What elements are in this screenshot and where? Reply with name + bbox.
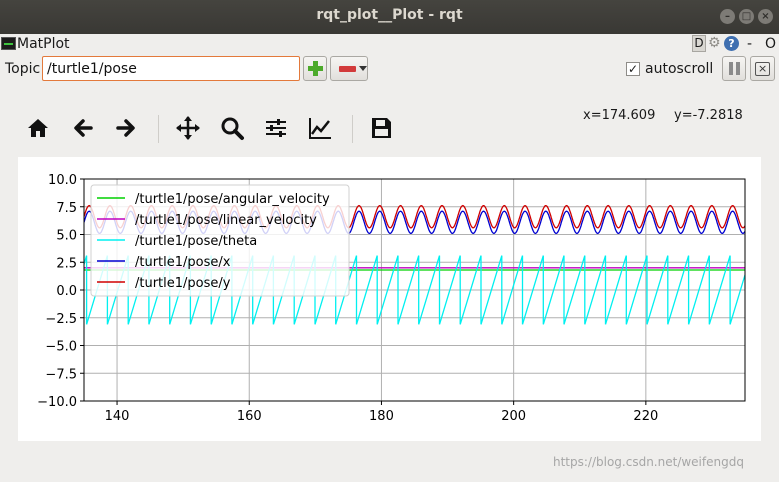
maximize-button[interactable]: □ — [739, 9, 754, 24]
y-tick-label: 5.0 — [56, 229, 77, 244]
y-tick-label: −7.5 — [45, 367, 77, 382]
pause-icon — [729, 62, 740, 75]
toolbar-separator — [158, 115, 159, 143]
y-tick-label: 7.5 — [56, 201, 77, 216]
chevron-down-icon — [359, 66, 367, 71]
x-tick-label: 140 — [105, 409, 130, 424]
autoscroll-checkbox[interactable]: ✓ — [626, 62, 640, 76]
x-tick-label: 180 — [369, 409, 394, 424]
matplot-icon — [1, 37, 16, 50]
x-tick-label: 220 — [633, 409, 658, 424]
x-tick-label: 160 — [237, 409, 262, 424]
plot-canvas[interactable]: 140 160 180 200 220 10.0 7.5 5.0 2.5 0.0 −2.5 −5.0 −… — [18, 157, 761, 441]
chart[interactable]: 140 160 180 200 220 10.0 7.5 5.0 2.5 0.0 −2.5 −5.0 −… — [18, 157, 761, 441]
topic-input[interactable] — [42, 56, 300, 81]
zoom-icon[interactable] — [219, 115, 245, 141]
clear-icon: × — [755, 62, 771, 76]
plugin-header: MatPlot D ⚙ ? - O — [0, 34, 779, 54]
legend-label-1: /turtle1/pose/angular_velocity — [135, 192, 330, 207]
x-coordinate-readout: x=174.609 — [583, 108, 656, 123]
minimize-button[interactable]: – — [720, 9, 735, 24]
y-tick-label: 10.0 — [48, 173, 77, 188]
legend-label-2: /turtle1/pose/linear_velocity — [135, 213, 317, 228]
y-tick-label: −2.5 — [45, 312, 77, 327]
legend-label-3: /turtle1/pose/theta — [135, 234, 257, 249]
help-icon[interactable]: ? — [724, 36, 739, 51]
configure-icon[interactable] — [263, 115, 289, 141]
dash-icon[interactable]: - — [747, 36, 752, 52]
window-title: rqt_plot__Plot - rqt — [316, 7, 463, 23]
plus-icon — [308, 61, 323, 76]
y-tick-label: −10.0 — [37, 395, 77, 410]
topic-label: Topic — [5, 61, 41, 77]
legend-label-5: /turtle1/pose/y — [135, 276, 231, 291]
home-icon[interactable] — [25, 115, 51, 141]
forward-icon[interactable] — [113, 115, 139, 141]
remove-topic-button[interactable] — [330, 56, 368, 81]
navigation-toolbar: x=174.609 y=-7.2818 — [0, 105, 779, 151]
o-icon[interactable]: O — [765, 36, 776, 52]
plugin-title: MatPlot — [17, 36, 70, 52]
save-icon[interactable] — [368, 115, 394, 141]
toolbar-separator — [352, 115, 353, 143]
x-tick-label: 200 — [501, 409, 526, 424]
watermark: https://blog.csdn.net/weifengdq — [553, 455, 744, 469]
close-button[interactable]: × — [758, 9, 773, 24]
y-coordinate-readout: y=-7.2818 — [674, 108, 743, 123]
window-titlebar: rqt_plot__Plot - rqt – □ × — [0, 0, 779, 34]
add-topic-button[interactable] — [303, 56, 327, 81]
back-icon[interactable] — [70, 115, 96, 141]
y-tick-label: 0.0 — [56, 284, 77, 299]
legend-label-4: /turtle1/pose/x — [135, 255, 231, 270]
minus-icon — [339, 66, 356, 72]
y-tick-label: 2.5 — [56, 256, 77, 271]
pan-icon[interactable] — [175, 115, 201, 141]
pause-button[interactable] — [722, 56, 746, 81]
d-icon[interactable]: D — [692, 35, 706, 52]
y-tick-label: −5.0 — [45, 340, 77, 355]
autoscroll-label: autoscroll — [645, 61, 714, 77]
clear-button[interactable]: × — [750, 56, 775, 81]
edit-curves-icon[interactable] — [307, 115, 333, 141]
gear-icon[interactable]: ⚙ — [708, 36, 722, 50]
topic-row: Topic ✓ autoscroll × — [0, 56, 779, 82]
